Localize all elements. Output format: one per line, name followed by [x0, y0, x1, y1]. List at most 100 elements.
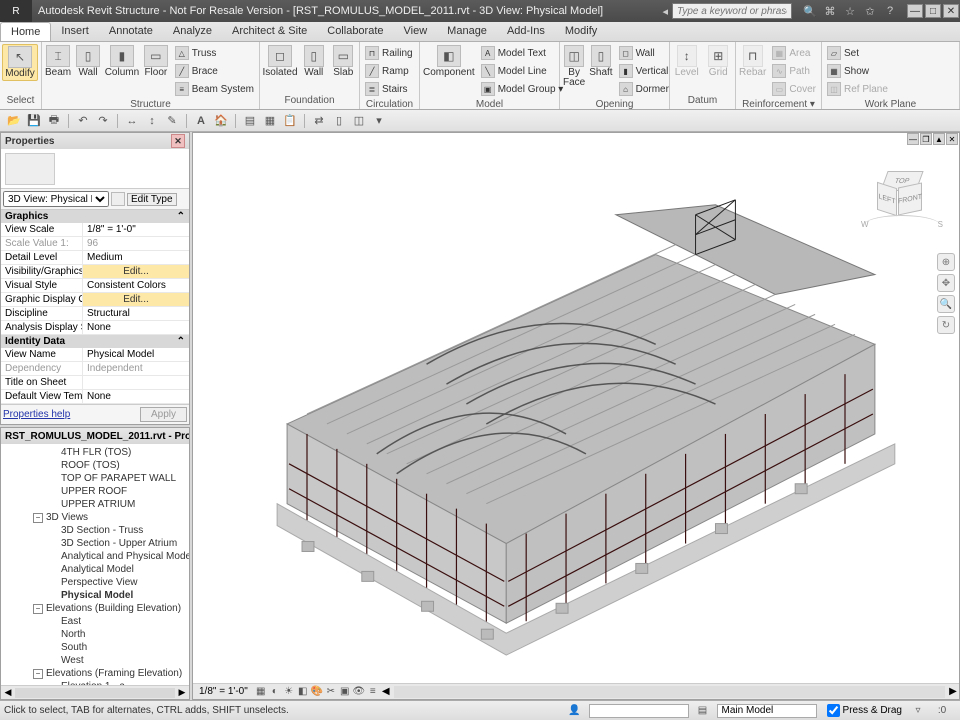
visual-style-icon[interactable]: ◐	[268, 685, 282, 699]
3d-canvas[interactable]	[193, 145, 959, 683]
tree-upper-roof[interactable]: UPPER ROOF	[1, 485, 189, 498]
view-close-icon[interactable]: ✕	[946, 133, 958, 145]
close-icon[interactable]: ✕	[943, 4, 959, 18]
wall-button[interactable]: ▯Wall	[74, 44, 102, 79]
tab-collaborate[interactable]: Collaborate	[317, 22, 393, 41]
tab-insert[interactable]: Insert	[51, 22, 99, 41]
tree-upper-atrium[interactable]: UPPER ATRIUM	[1, 498, 189, 511]
shadow-icon[interactable]: ◧	[296, 685, 310, 699]
model-group-button[interactable]: ▣Model Group ▾	[478, 80, 567, 98]
align-icon[interactable]: ↕	[144, 113, 160, 129]
view-type-select[interactable]: 3D View: Physical Model	[3, 191, 109, 207]
filter-icon[interactable]	[111, 192, 125, 206]
tab-architect-site[interactable]: Architect & Site	[222, 22, 317, 41]
brace-button[interactable]: ╱Brace	[172, 62, 257, 80]
tree-south[interactable]: South	[1, 641, 189, 654]
dormer-button[interactable]: ⌂Dormer	[616, 80, 672, 98]
steering-wheel-icon[interactable]: ⊕	[937, 253, 955, 271]
tree-perspective[interactable]: Perspective View	[1, 576, 189, 589]
help-search-input[interactable]	[672, 3, 792, 19]
thin-icon[interactable]: ▦	[262, 113, 278, 129]
tree-west[interactable]: West	[1, 654, 189, 667]
orbit-icon[interactable]: ↻	[937, 316, 955, 334]
binoculars-icon[interactable]: 🔍	[802, 3, 818, 19]
tree-section-truss[interactable]: 3D Section - Truss	[1, 524, 189, 537]
window-icon[interactable]: ◫	[351, 113, 367, 129]
view-scrollbar[interactable]	[394, 686, 945, 698]
tab-analyze[interactable]: Analyze	[163, 22, 222, 41]
properties-close-icon[interactable]: ✕	[171, 134, 185, 148]
revit-logo-icon[interactable]: R	[0, 0, 32, 22]
set-workplane-button[interactable]: ▱Set	[824, 44, 891, 62]
tree-roof[interactable]: ROOF (TOS)	[1, 459, 189, 472]
opening-wall-button[interactable]: ◻Wall	[616, 44, 672, 62]
shaft-button[interactable]: ▯Shaft	[588, 44, 613, 79]
group-identity[interactable]: Identity Data⌃	[1, 335, 189, 348]
workset-icon[interactable]: 👤	[567, 704, 583, 718]
crop-region-icon[interactable]: ▣	[338, 685, 352, 699]
view-icon[interactable]: 📋	[282, 113, 298, 129]
help-icon[interactable]: ?	[882, 3, 898, 19]
render-icon[interactable]: 🎨	[310, 685, 324, 699]
design-option-icon[interactable]: ▤	[695, 704, 711, 718]
edit-type-button[interactable]: Edit Type	[127, 193, 177, 206]
edit-icon[interactable]: ✎	[164, 113, 180, 129]
tree-analytical-physical[interactable]: Analytical and Physical Mode	[1, 550, 189, 563]
component-button[interactable]: ◧Component	[422, 44, 476, 79]
tree-east[interactable]: East	[1, 615, 189, 628]
tree-parapet[interactable]: TOP OF PARAPET WALL	[1, 472, 189, 485]
tree-section-atrium[interactable]: 3D Section - Upper Atrium	[1, 537, 189, 550]
ramp-button[interactable]: ╱Ramp	[362, 62, 416, 80]
tree-elev-building[interactable]: −Elevations (Building Elevation)	[1, 602, 189, 615]
show-workplane-button[interactable]: ▦Show	[824, 62, 891, 80]
group-graphics[interactable]: Graphics⌃	[1, 210, 189, 223]
tab-annotate[interactable]: Annotate	[99, 22, 163, 41]
view-scale[interactable]: 1/8" = 1'-0"	[193, 686, 254, 697]
filter-selection-icon[interactable]: ▿	[910, 704, 926, 718]
redo-icon[interactable]: ↷	[95, 113, 111, 129]
undo-icon[interactable]: ↶	[75, 113, 91, 129]
column-button[interactable]: ▮Column	[104, 44, 140, 79]
favorite-icon[interactable]: ✩	[862, 3, 878, 19]
reveal-icon[interactable]: ≡	[366, 685, 380, 699]
tab-view[interactable]: View	[394, 22, 438, 41]
fnd-wall-button[interactable]: ▯Wall	[300, 44, 328, 79]
3d-view[interactable]: — ❐ ▲ ✕	[192, 132, 960, 700]
help-search[interactable]	[672, 3, 792, 19]
properties-help-link[interactable]: Properties help	[3, 409, 70, 420]
by-face-button[interactable]: ◫By Face	[562, 44, 586, 89]
beam-system-button[interactable]: ≡Beam System	[172, 80, 257, 98]
detail-level-icon[interactable]: ▦	[254, 685, 268, 699]
view-restore-icon[interactable]: ❐	[920, 133, 932, 145]
tree-north[interactable]: North	[1, 628, 189, 641]
vertical-button[interactable]: ▮Vertical	[616, 62, 672, 80]
modify-button[interactable]: ↖Modify	[2, 44, 38, 81]
press-drag-checkbox[interactable]: Press & Drag	[827, 704, 902, 717]
railing-button[interactable]: ⊓Railing	[362, 44, 416, 62]
text-icon[interactable]: A	[193, 113, 209, 129]
sun-icon[interactable]: ☀	[282, 685, 296, 699]
view-minimize-icon[interactable]: —	[907, 133, 919, 145]
tree-analytical[interactable]: Analytical Model	[1, 563, 189, 576]
save-icon[interactable]: 💾	[26, 113, 42, 129]
model-line-button[interactable]: ╲Model Line	[478, 62, 567, 80]
switch-icon[interactable]: ⇄	[311, 113, 327, 129]
close-view-icon[interactable]: ▯	[331, 113, 347, 129]
tree-3d-views[interactable]: −3D Views	[1, 511, 189, 524]
tab-manage[interactable]: Manage	[437, 22, 497, 41]
viewcube[interactable]: TOP LEFT FRONT W S	[857, 153, 947, 243]
measure-icon[interactable]: ↔	[124, 113, 140, 129]
workset-select[interactable]	[589, 704, 689, 718]
minimize-icon[interactable]: —	[907, 4, 923, 18]
tree-4th-flr[interactable]: 4TH FLR (TOS)	[1, 446, 189, 459]
viewcube-compass[interactable]: W S	[863, 215, 941, 237]
dd-icon[interactable]: ▾	[371, 113, 387, 129]
browser-scrollbar[interactable]: ◀▶	[1, 685, 189, 699]
beam-button[interactable]: ⌶Beam	[44, 44, 72, 79]
tab-modify[interactable]: Modify	[555, 22, 607, 41]
3d-icon[interactable]: 🏠	[213, 113, 229, 129]
crop-icon[interactable]: ✂	[324, 685, 338, 699]
tree-elev-framing[interactable]: −Elevations (Framing Elevation)	[1, 667, 189, 680]
open-icon[interactable]: 📂	[6, 113, 22, 129]
design-option-select[interactable]: Main Model	[717, 704, 817, 718]
